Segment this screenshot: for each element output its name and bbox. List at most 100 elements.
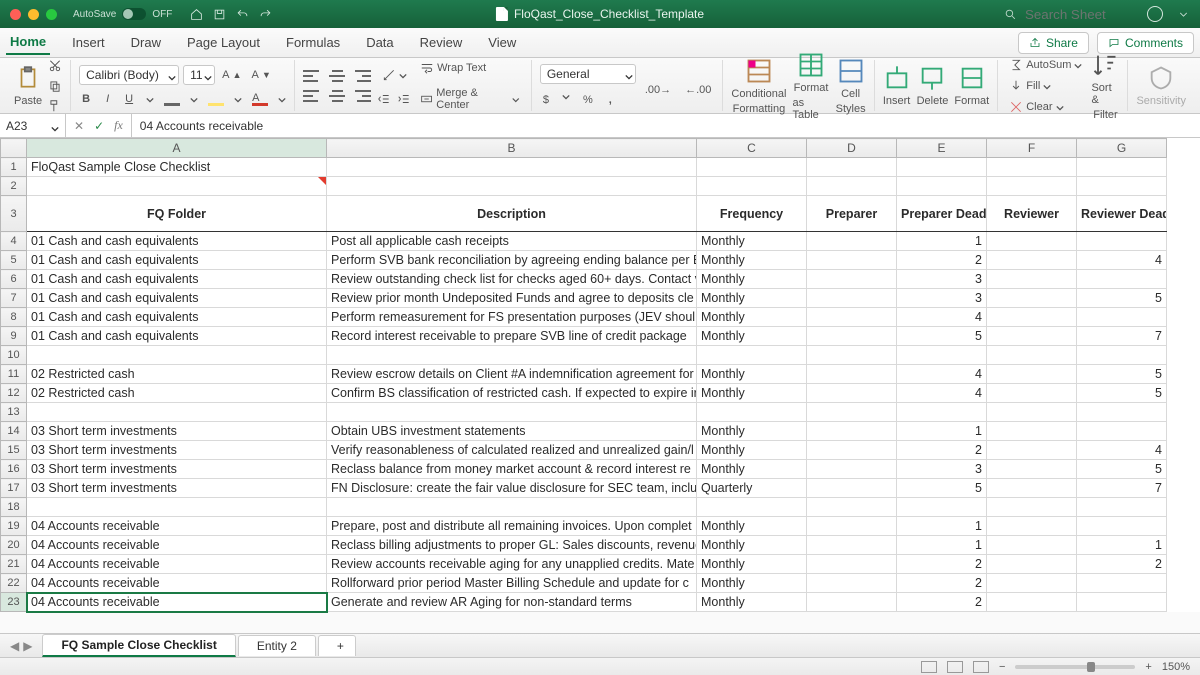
row-header[interactable]: 11 xyxy=(1,365,27,384)
cell[interactable] xyxy=(987,251,1077,270)
cell[interactable]: Generate and review AR Aging for non-sta… xyxy=(327,593,697,612)
cell[interactable]: 2 xyxy=(897,593,987,612)
sensitivity-icon[interactable] xyxy=(1147,64,1175,92)
tab-review[interactable]: Review xyxy=(416,35,467,50)
cell[interactable]: Monthly xyxy=(697,365,807,384)
decrease-indent-icon[interactable] xyxy=(377,92,391,106)
share-button[interactable]: Share xyxy=(1018,32,1089,54)
row-header[interactable]: 14 xyxy=(1,422,27,441)
cell[interactable]: Monthly xyxy=(697,460,807,479)
cell[interactable]: 1 xyxy=(897,232,987,251)
fill-button[interactable]: Fill xyxy=(1006,77,1054,95)
row-header[interactable]: 4 xyxy=(1,232,27,251)
cell[interactable]: 01 Cash and cash equivalents xyxy=(27,232,327,251)
cell[interactable] xyxy=(987,479,1077,498)
cell[interactable]: 2 xyxy=(897,574,987,593)
format-cells-icon[interactable] xyxy=(958,64,986,92)
tab-draw[interactable]: Draw xyxy=(127,35,165,50)
cell[interactable]: 1 xyxy=(897,517,987,536)
cell[interactable]: Review prior month Undeposited Funds and… xyxy=(327,289,697,308)
row-header[interactable]: 13 xyxy=(1,403,27,422)
cell[interactable]: 5 xyxy=(1077,365,1167,384)
cell[interactable] xyxy=(697,403,807,422)
cell[interactable]: 02 Restricted cash xyxy=(27,365,327,384)
formula-input[interactable]: 04 Accounts receivable xyxy=(132,119,1200,133)
borders-button[interactable] xyxy=(164,92,180,106)
fill-color-button[interactable] xyxy=(208,92,224,106)
row-header[interactable]: 10 xyxy=(1,346,27,365)
cell[interactable] xyxy=(807,441,897,460)
cell[interactable]: 01 Cash and cash equivalents xyxy=(27,308,327,327)
cell[interactable] xyxy=(987,289,1077,308)
insert-cells-icon[interactable] xyxy=(883,64,911,92)
cell[interactable] xyxy=(987,593,1077,612)
window-minimize[interactable] xyxy=(28,9,39,20)
search-input[interactable] xyxy=(1023,6,1133,23)
cell[interactable]: 3 xyxy=(897,270,987,289)
cell[interactable]: Monthly xyxy=(697,517,807,536)
tab-page-layout[interactable]: Page Layout xyxy=(183,35,264,50)
cell[interactable]: 5 xyxy=(897,327,987,346)
cell[interactable] xyxy=(807,555,897,574)
cell[interactable] xyxy=(1077,403,1167,422)
orientation-button[interactable] xyxy=(379,66,410,84)
cell[interactable]: 5 xyxy=(1077,460,1167,479)
cell[interactable]: 2 xyxy=(897,441,987,460)
currency-button[interactable]: $ xyxy=(540,92,552,108)
cell[interactable]: Monthly xyxy=(697,289,807,308)
cell[interactable] xyxy=(807,403,897,422)
chevron-down-icon[interactable] xyxy=(278,95,286,103)
cell[interactable]: 4 xyxy=(897,308,987,327)
cell[interactable] xyxy=(987,384,1077,403)
undo-icon[interactable] xyxy=(236,8,249,21)
row-header[interactable]: 8 xyxy=(1,308,27,327)
sort-filter-icon[interactable] xyxy=(1091,51,1119,79)
cell[interactable] xyxy=(807,270,897,289)
font-color-button[interactable]: A xyxy=(252,92,268,106)
col-G[interactable]: G xyxy=(1077,139,1167,158)
cell[interactable] xyxy=(987,536,1077,555)
cell[interactable] xyxy=(897,403,987,422)
decrease-font-icon[interactable]: A▼ xyxy=(249,67,274,83)
cell[interactable] xyxy=(987,460,1077,479)
row-header[interactable]: 3 xyxy=(1,196,27,232)
paste-icon[interactable] xyxy=(15,64,41,92)
cell[interactable] xyxy=(807,460,897,479)
cell[interactable]: Monthly xyxy=(697,574,807,593)
cell[interactable] xyxy=(1077,593,1167,612)
cell[interactable] xyxy=(697,498,807,517)
cell[interactable]: Monthly xyxy=(697,308,807,327)
wrap-text-button[interactable]: Wrap Text xyxy=(417,59,489,77)
increase-decimal-icon[interactable]: .00→ xyxy=(642,82,674,98)
cell[interactable]: Monthly xyxy=(697,422,807,441)
cell[interactable]: 2 xyxy=(1077,555,1167,574)
cell[interactable] xyxy=(807,536,897,555)
cell[interactable] xyxy=(897,346,987,365)
cell[interactable]: 4 xyxy=(1077,441,1167,460)
cell[interactable] xyxy=(697,346,807,365)
save-icon[interactable] xyxy=(213,8,226,21)
cell[interactable] xyxy=(987,441,1077,460)
row-header[interactable]: 20 xyxy=(1,536,27,555)
format-painter-icon[interactable] xyxy=(48,99,62,113)
cell[interactable] xyxy=(807,498,897,517)
cell[interactable]: 01 Cash and cash equivalents xyxy=(27,270,327,289)
tab-data[interactable]: Data xyxy=(362,35,397,50)
tab-formulas[interactable]: Formulas xyxy=(282,35,344,50)
merge-center-button[interactable]: Merge & Center xyxy=(417,85,523,113)
chevron-down-icon[interactable] xyxy=(146,95,154,103)
cell[interactable] xyxy=(1077,346,1167,365)
cell[interactable] xyxy=(1077,517,1167,536)
cell[interactable] xyxy=(27,498,327,517)
cell[interactable]: Monthly xyxy=(697,384,807,403)
increase-font-icon[interactable]: A▲ xyxy=(219,67,244,83)
cell[interactable]: Review accounts receivable aging for any… xyxy=(327,555,697,574)
cell[interactable]: 3 xyxy=(897,460,987,479)
cell[interactable] xyxy=(807,308,897,327)
cell[interactable]: 01 Cash and cash equivalents xyxy=(27,289,327,308)
autosave-switch[interactable] xyxy=(122,8,146,20)
search-sheet[interactable] xyxy=(1004,6,1133,23)
cell[interactable] xyxy=(1077,308,1167,327)
row-header[interactable]: 12 xyxy=(1,384,27,403)
cell[interactable] xyxy=(987,270,1077,289)
